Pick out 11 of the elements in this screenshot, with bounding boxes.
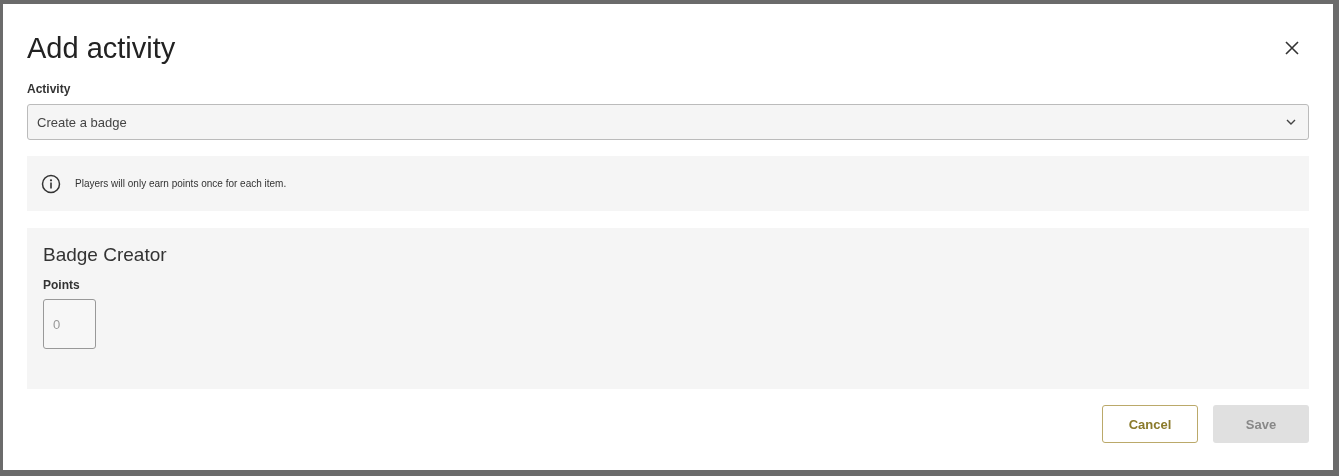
- field-label: Points: [43, 278, 81, 292]
- info-text: Players will only earn points once for each item.: [75, 178, 287, 189]
- section-title: Badge Creator: [43, 244, 168, 266]
- chevron-down-icon: [1286, 119, 1296, 125]
- field-label: Activity: [27, 82, 72, 96]
- cancel-button[interactable]: Cancel: [1102, 405, 1198, 443]
- dialog-title: Add activity: [27, 31, 176, 65]
- points-field[interactable]: 0: [43, 299, 96, 349]
- activity-select[interactable]: Create a badge: [27, 104, 1309, 140]
- close-icon[interactable]: [1283, 39, 1301, 57]
- info-icon: [41, 173, 61, 194]
